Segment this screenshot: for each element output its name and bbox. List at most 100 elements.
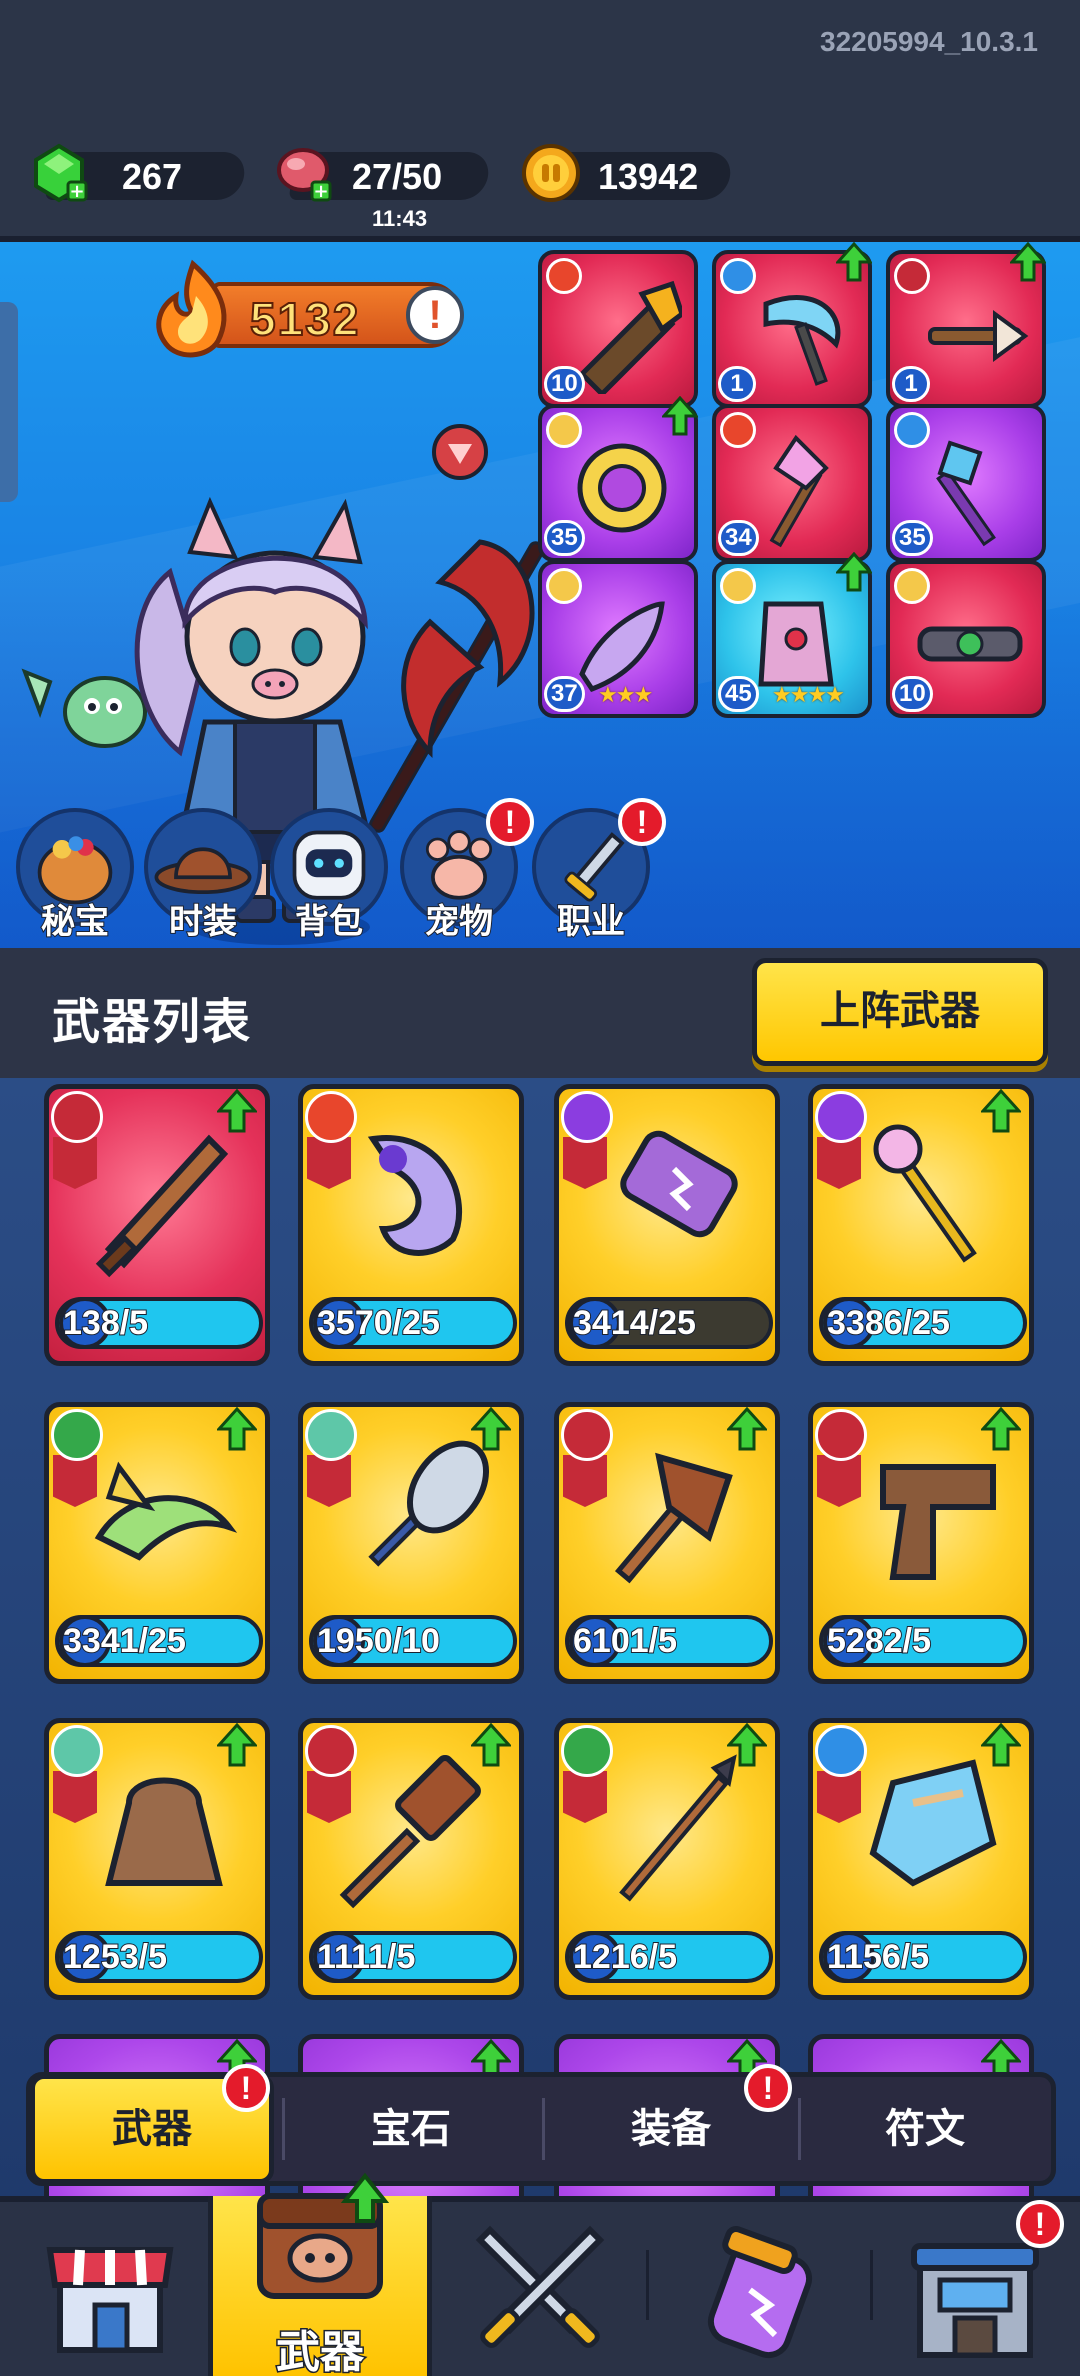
build-version: 32205994_10.3.1 xyxy=(820,26,1038,57)
weapon-progress-text: 138/5 xyxy=(62,1303,149,1343)
element-icon xyxy=(546,568,582,604)
equipment-slot[interactable]: 34 xyxy=(712,404,872,562)
element-icon xyxy=(305,1725,357,1777)
weapon-type-tag xyxy=(563,1771,607,1823)
weapon-list-title: 武器列表 xyxy=(52,996,253,1049)
battle-swords-icon[interactable] xyxy=(460,2210,620,2370)
category-tab[interactable]: 符文 xyxy=(802,2078,1048,2180)
element-icon xyxy=(815,1409,867,1461)
weapon-item-icon xyxy=(367,1135,463,1256)
weapon-type-tag xyxy=(307,1137,351,1189)
nav-separator xyxy=(646,2250,649,2320)
weapon-grid[interactable]: 138/5 3570/25 3414/25 3386/25 3341/25 1950/10… xyxy=(0,1078,1080,2198)
weapon-progress-text: 1111/5 xyxy=(316,1937,416,1977)
equipment-level: 1 xyxy=(718,366,756,402)
svg-text:+: + xyxy=(313,181,328,202)
weapon-card[interactable]: 1253/5 xyxy=(44,1718,270,2000)
weapon-type-tag xyxy=(53,1455,97,1507)
weapon-progress-text: 6101/5 xyxy=(572,1621,678,1661)
equipment-slot[interactable]: 10 xyxy=(886,560,1046,718)
equipment-slot[interactable]: 37 ★★★ xyxy=(538,560,698,718)
equipment-slot[interactable]: 10 xyxy=(538,250,698,408)
weapon-card[interactable]: 3414/25 xyxy=(554,1084,780,1366)
weapon-card[interactable]: 1156/5 xyxy=(808,1718,1034,2000)
tab-divider xyxy=(798,2098,801,2160)
equipment-slot[interactable]: 35 xyxy=(886,404,1046,562)
weapon-card[interactable]: 1216/5 xyxy=(554,1718,780,2000)
power-value: 5132 xyxy=(249,292,361,346)
upgrade-arrow-icon xyxy=(662,396,698,436)
category-tab[interactable]: 宝石 xyxy=(286,2078,536,2180)
weapon-progress-text: 1216/5 xyxy=(572,1937,678,1977)
hero-panel: 5132 ! 10 1 1 35 34 35 37 ★★★ 45 ★★★★ 10… xyxy=(0,242,1080,948)
weapon-item-icon xyxy=(105,1777,223,1886)
power-info-button[interactable]: ! xyxy=(406,286,464,344)
equipment-level: 1 xyxy=(892,366,930,402)
upgrade-arrow-icon xyxy=(981,1723,1021,1767)
equipment-level: 37 xyxy=(544,676,585,712)
weapon-card[interactable]: 3386/25 xyxy=(808,1084,1034,1366)
deploy-weapon-button[interactable]: 上阵武器 xyxy=(752,958,1048,1066)
class-emblem-icon xyxy=(432,424,488,480)
menu-button-label: 时装 xyxy=(168,902,238,942)
weapon-type-tag xyxy=(307,1455,351,1507)
weapon-card[interactable]: 3570/25 xyxy=(298,1084,524,1366)
upgrade-arrow-icon xyxy=(727,1407,767,1451)
weapon-progress-text: 3341/25 xyxy=(62,1621,187,1661)
weapon-item-icon xyxy=(873,1124,977,1263)
coins-count: 13942 xyxy=(598,156,699,197)
element-icon xyxy=(51,1091,103,1143)
equipment-level: 35 xyxy=(892,520,933,556)
weapon-progress-text: 1156/5 xyxy=(826,1937,930,1977)
element-icon xyxy=(546,412,582,448)
nav-weapons-label: 武器 xyxy=(275,2327,366,2376)
element-icon xyxy=(561,1091,613,1143)
upgrade-arrow-icon xyxy=(471,1723,511,1767)
potion-jar-icon[interactable] xyxy=(680,2210,840,2370)
hero-weapon-icon xyxy=(369,539,545,833)
weapon-item-icon xyxy=(880,1464,996,1580)
weapon-progress-text: 1253/5 xyxy=(62,1937,168,1977)
element-icon xyxy=(894,412,930,448)
base-alert-badge: ! xyxy=(1016,2200,1064,2248)
weapon-card[interactable]: 138/5 xyxy=(44,1084,270,1366)
element-icon xyxy=(546,258,582,294)
element-icon xyxy=(51,1409,103,1461)
tab-divider xyxy=(282,2098,285,2160)
equipment-level: 45 xyxy=(718,676,759,712)
equipment-level: 35 xyxy=(544,520,585,556)
element-icon xyxy=(51,1725,103,1777)
element-icon xyxy=(815,1725,867,1777)
weapon-chest-icon[interactable] xyxy=(240,2166,400,2326)
coin-icon[interactable] xyxy=(520,142,582,204)
weapon-card[interactable]: 5282/5 xyxy=(808,1402,1034,1684)
meat-icon[interactable]: + xyxy=(272,142,334,204)
alert-badge: ! xyxy=(618,798,666,846)
weapon-item-icon xyxy=(614,1452,733,1584)
weapon-card[interactable]: 1950/10 xyxy=(298,1402,524,1684)
weapon-type-tag xyxy=(307,1771,351,1823)
stamina-timer: 11:43 xyxy=(372,206,428,231)
shop-icon[interactable] xyxy=(40,2210,200,2370)
upgrade-arrow-icon xyxy=(727,1723,767,1767)
gem-icon[interactable]: + xyxy=(28,142,90,204)
upgrade-arrow-icon xyxy=(217,1407,257,1451)
upgrade-arrow-icon xyxy=(836,242,872,282)
weapon-card[interactable]: 3341/25 xyxy=(44,1402,270,1684)
element-icon xyxy=(305,1409,357,1461)
weapon-type-tag xyxy=(817,1455,861,1507)
equipment-level: 10 xyxy=(892,676,933,712)
upgrade-arrow-icon xyxy=(217,1723,257,1767)
weapon-card[interactable]: 1111/5 xyxy=(298,1718,524,2000)
equipment-level: 34 xyxy=(718,520,759,556)
star-rating: ★★★★ xyxy=(772,682,845,707)
weapon-card[interactable]: 6101/5 xyxy=(554,1402,780,1684)
svg-text:+: + xyxy=(69,181,84,202)
weapon-progress-text: 3414/25 xyxy=(572,1303,697,1343)
weapon-type-tag xyxy=(53,1771,97,1823)
upgrade-arrow-icon xyxy=(1010,242,1046,282)
gems-count: 267 xyxy=(122,156,183,197)
stamina-count: 27/50 xyxy=(352,156,443,197)
element-icon xyxy=(720,412,756,448)
weapon-progress-text: 3570/25 xyxy=(316,1303,441,1343)
